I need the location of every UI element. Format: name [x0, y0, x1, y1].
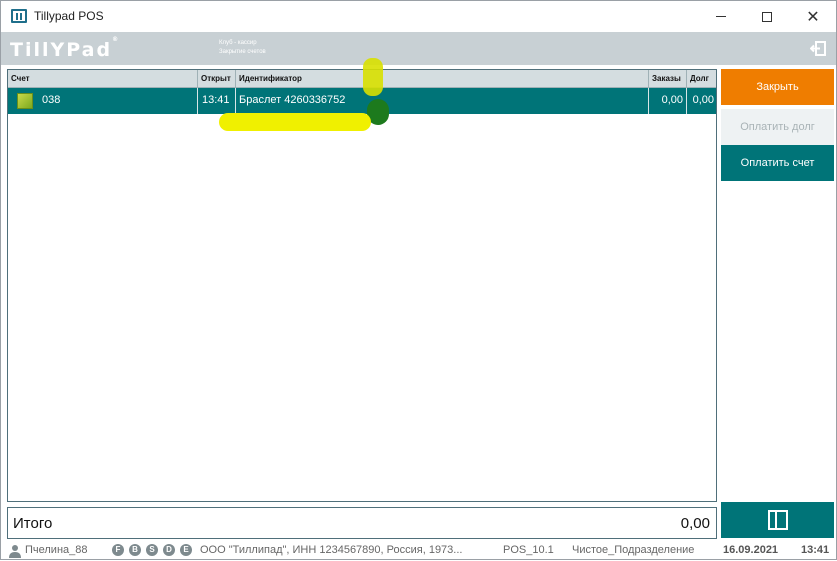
column-header-debt[interactable]: Долг	[687, 70, 716, 88]
badge-e: E	[180, 544, 192, 556]
badge-b: B	[129, 544, 141, 556]
app-window: Tillypad POS ✕ TillYPad® Клуб - кассир З…	[0, 0, 837, 560]
bills-table: Счет Открыт Идентификатор Заказы Долг 03…	[7, 69, 717, 502]
account-number: 038	[42, 94, 61, 106]
total-panel: Итого 0,00	[7, 507, 717, 539]
maximize-icon	[762, 11, 772, 22]
minimize-button[interactable]	[698, 1, 744, 32]
minimize-icon	[716, 16, 726, 17]
title-bar: Tillypad POS ✕	[1, 1, 836, 32]
tillypad-logo: TillYPad®	[10, 35, 119, 61]
column-header-identifier[interactable]: Идентификатор	[236, 70, 649, 88]
app-header: TillYPad® Клуб - кассир Закрытие счетов	[1, 32, 836, 65]
bill-status-icon	[17, 93, 33, 109]
close-bill-button[interactable]: Закрыть	[721, 69, 834, 105]
pay-bill-button[interactable]: Оплатить счет	[721, 145, 834, 181]
total-value: 0,00	[680, 515, 710, 532]
pay-debt-button[interactable]: Оплатить долг	[721, 109, 834, 145]
exit-icon[interactable]	[810, 41, 827, 56]
badge-s: S	[146, 544, 158, 556]
cell-identifier: Браслет 4260336752	[236, 88, 649, 114]
context-info: Клуб - кассир Закрытие счетов	[219, 39, 266, 57]
highlighter-mark	[219, 113, 371, 131]
status-time: 13:41	[801, 544, 830, 556]
badge-d: D	[163, 544, 175, 556]
window-title: Tillypad POS	[34, 9, 104, 23]
close-icon: ✕	[806, 7, 820, 26]
division-name: Чистое_Подразделение	[572, 544, 695, 556]
column-header-orders[interactable]: Заказы	[649, 70, 687, 88]
book-icon	[767, 510, 788, 530]
maximize-button[interactable]	[744, 1, 790, 32]
terminal-name: POS_10.1	[503, 544, 554, 556]
book-button[interactable]	[721, 502, 834, 538]
status-date: 16.09.2021	[723, 544, 779, 556]
badge-f: F	[112, 544, 124, 556]
current-user: Пчелина_88	[25, 544, 88, 556]
context-role: Клуб - кассир	[219, 40, 257, 46]
company-info: ООО "Тиллипад", ИНН 1234567890, Россия, …	[200, 544, 463, 556]
cell-account: 038	[8, 88, 198, 114]
user-icon	[9, 545, 21, 558]
cell-debt: 0,00	[692, 94, 714, 106]
table-row[interactable]: 038 13:41 Браслет 4260336752 0,00 0,00	[8, 88, 716, 114]
app-icon	[11, 9, 27, 23]
status-bar: Пчелина_88 F B S D E ООО "Тиллипад", ИНН…	[1, 541, 836, 561]
column-header-account[interactable]: Счет	[8, 70, 198, 88]
cell-opened: 13:41	[198, 88, 236, 114]
close-window-button[interactable]: ✕	[790, 1, 836, 32]
column-header-opened[interactable]: Открыт	[198, 70, 236, 88]
cell-orders: 0,00	[649, 88, 687, 114]
total-label: Итого	[13, 515, 53, 532]
context-mode: Закрытие счетов	[219, 49, 266, 55]
highlighter-mark	[363, 58, 383, 96]
table-header: Счет Открыт Идентификатор Заказы Долг	[8, 70, 716, 88]
